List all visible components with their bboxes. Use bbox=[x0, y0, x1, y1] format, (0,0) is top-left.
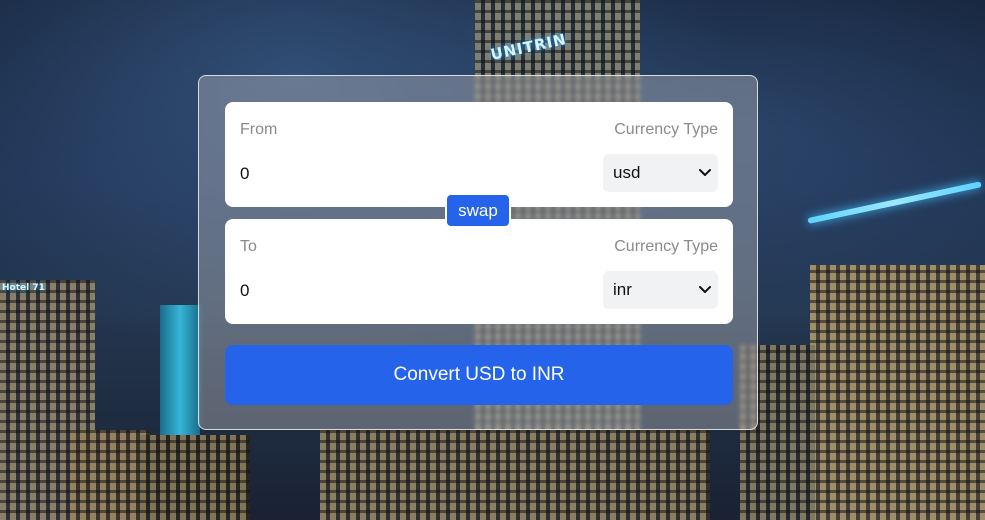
to-currency-select[interactable]: inr bbox=[603, 271, 718, 309]
from-label: From bbox=[240, 121, 278, 138]
from-card: From Currency Type usd bbox=[225, 102, 733, 207]
building-mid-left bbox=[140, 435, 250, 520]
chevron-down-icon bbox=[699, 286, 711, 293]
from-currency-value: usd bbox=[613, 163, 641, 182]
to-amount-input[interactable] bbox=[240, 279, 540, 303]
building-left-low bbox=[70, 430, 150, 520]
from-currency-type-label: Currency Type bbox=[614, 121, 718, 138]
to-label: To bbox=[240, 238, 257, 255]
hotel-sign: Hotel 71 bbox=[2, 283, 45, 293]
glow-strip bbox=[807, 181, 982, 224]
building-right bbox=[810, 265, 985, 520]
chevron-down-icon bbox=[699, 169, 711, 176]
to-currency-value: inr bbox=[613, 280, 632, 299]
building-center-low bbox=[320, 430, 710, 520]
to-currency-type-label: Currency Type bbox=[614, 238, 718, 255]
converter-panel: From Currency Type usd To Currency Type … bbox=[198, 75, 758, 430]
swap-button[interactable]: swap bbox=[445, 193, 511, 228]
convert-button[interactable]: Convert USD to INR bbox=[225, 345, 733, 405]
from-amount-input[interactable] bbox=[240, 162, 540, 186]
to-card: To Currency Type inr bbox=[225, 219, 733, 324]
from-currency-select[interactable]: usd bbox=[603, 154, 718, 192]
